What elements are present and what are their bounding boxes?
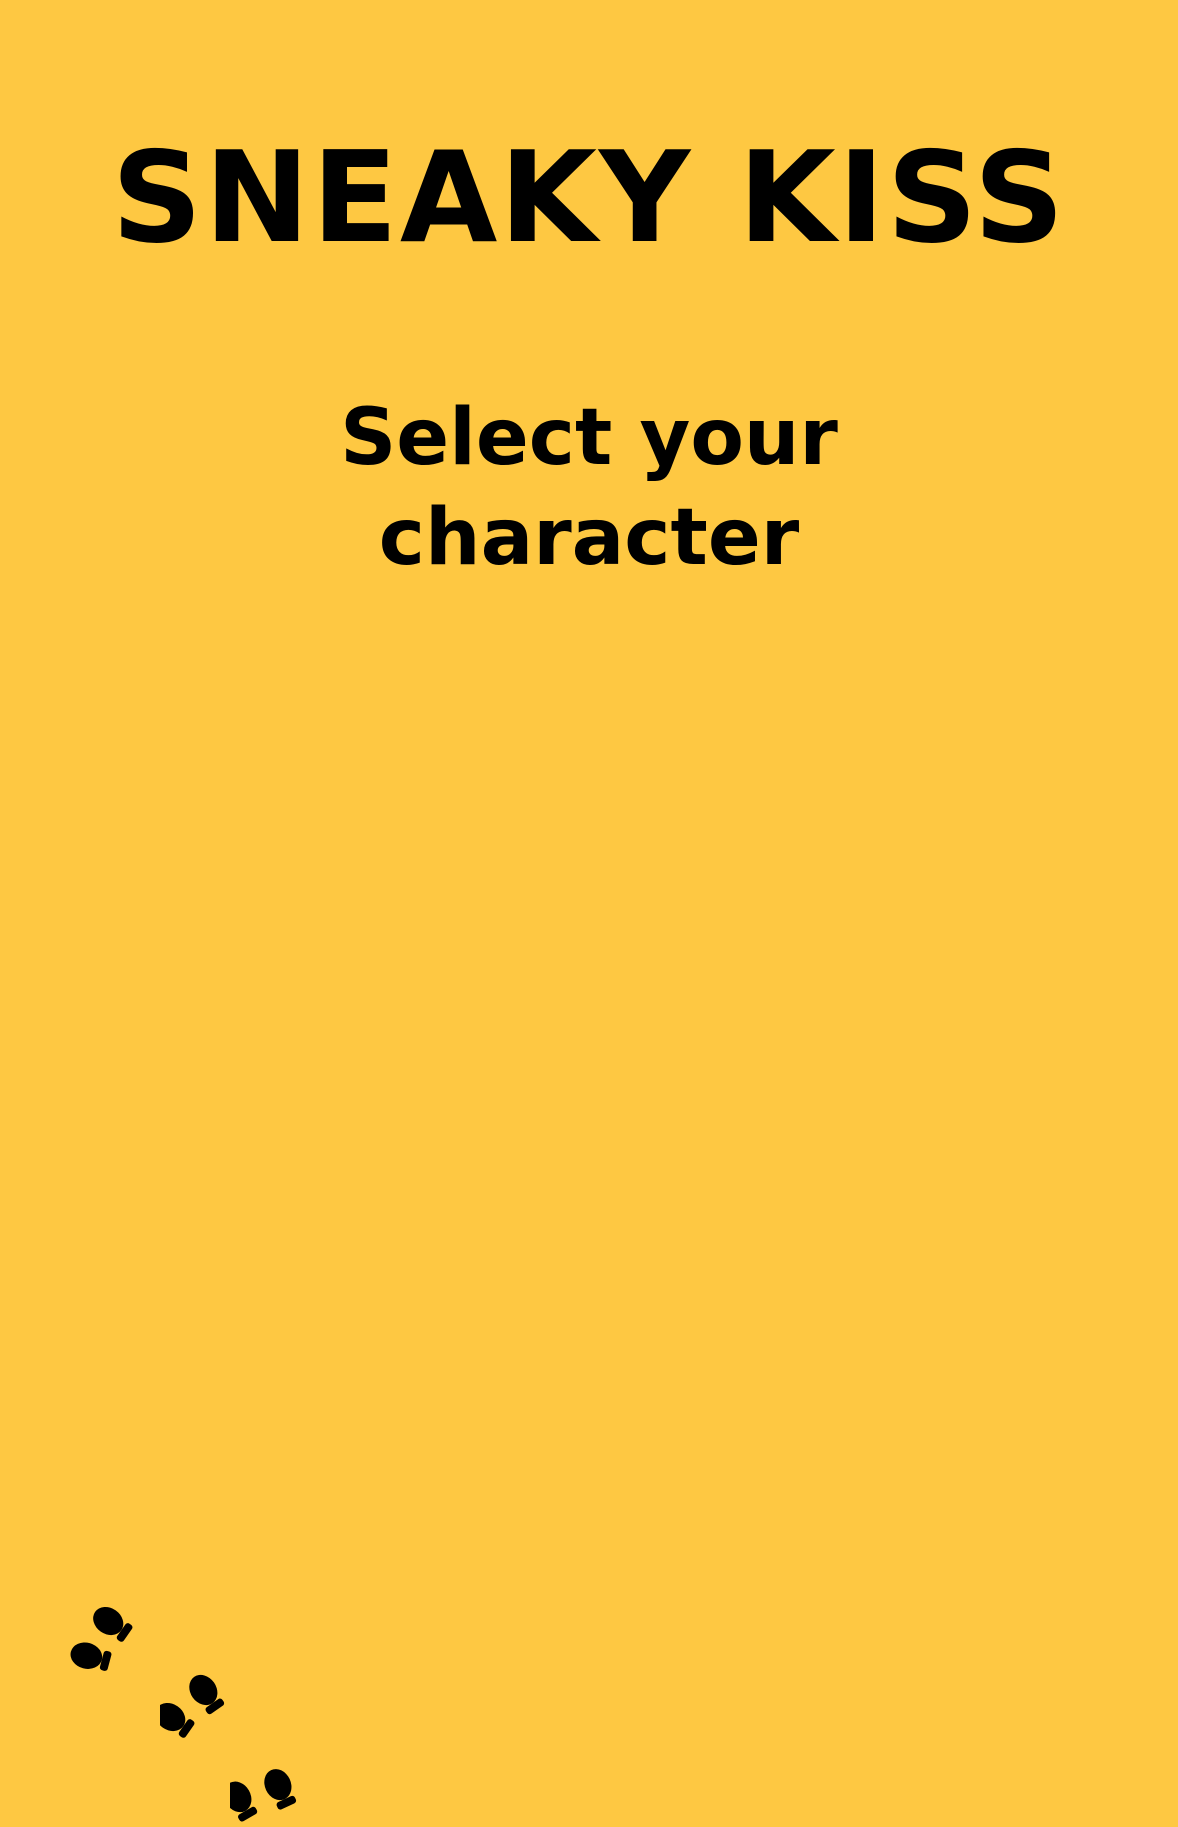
select-character-prompt: Select your character <box>340 393 838 583</box>
footprint-pair-3 <box>230 1765 320 1827</box>
footprint-pair-1 <box>70 1600 160 1680</box>
footprints-icon <box>70 1600 330 1827</box>
footprint-pair-2 <box>160 1670 250 1750</box>
title-screen: SNEAKY KISS Select your character <box>0 0 1178 1827</box>
game-title: SNEAKY KISS <box>111 124 1067 271</box>
